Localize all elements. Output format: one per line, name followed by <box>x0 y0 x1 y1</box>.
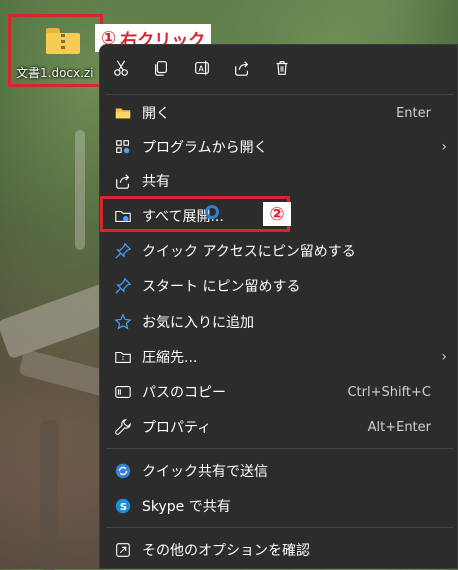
menu-item-open[interactable]: 開く Enter <box>100 96 458 130</box>
menu-item-shortcut: Enter <box>396 105 431 121</box>
menu-item-label: Skype で共有 <box>142 499 231 515</box>
menu-item-open-with[interactable]: プログラムから開く › <box>100 130 458 164</box>
menu-item-label: クイック共有で送信 <box>142 464 268 480</box>
busy-cursor-icon <box>205 205 219 219</box>
cut-icon[interactable] <box>108 55 134 81</box>
menu-item-properties[interactable]: プロパティ Alt+Enter <box>100 410 458 444</box>
quick-share-icon <box>115 463 131 479</box>
step2-highlight <box>100 196 290 232</box>
menu-item-label: プログラムから開く <box>142 140 268 156</box>
step1-highlight <box>8 14 103 87</box>
menu-item-label: スタート にピン留めする <box>142 279 301 295</box>
copy-path-icon <box>115 386 131 398</box>
menu-item-pin-quick-access[interactable]: クイック アクセスにピン留めする <box>100 234 458 268</box>
background-trunk <box>18 348 112 398</box>
skype-icon: S <box>115 498 131 514</box>
menu-item-pin-start[interactable]: スタート にピン留めする <box>100 269 458 303</box>
menu-item-shortcut: Ctrl+Shift+C <box>347 384 431 400</box>
menu-item-label: プロパティ <box>142 420 212 436</box>
background-trunk <box>40 420 58 570</box>
menu-item-label: その他のオプションを確認 <box>142 543 310 559</box>
menu-item-share[interactable]: 共有 <box>100 164 458 198</box>
menu-item-label: 開く <box>142 106 170 122</box>
share-icon <box>116 174 130 189</box>
step2-callout: ② <box>263 202 291 226</box>
share-icon[interactable] <box>229 55 255 81</box>
delete-icon[interactable] <box>269 55 295 81</box>
menu-item-label: パスのコピー <box>142 385 226 401</box>
context-menu: A 開く Enter プログラムから開く › 共有 すべて展開... クイック … <box>99 44 458 569</box>
menu-item-copy-path[interactable]: パスのコピー Ctrl+Shift+C <box>100 375 458 409</box>
menu-item-label: 共有 <box>142 174 170 190</box>
context-toolbar: A <box>100 55 457 83</box>
menu-item-label: クイック アクセスにピン留めする <box>142 244 356 260</box>
submenu-chevron-icon: › <box>441 139 447 155</box>
svg-text:A: A <box>198 64 204 74</box>
submenu-chevron-icon: › <box>441 349 447 365</box>
menu-item-label: 圧縮先... <box>142 350 198 366</box>
menu-item-shortcut: Alt+Enter <box>367 419 431 435</box>
menu-item-more-options[interactable]: その他のオプションを確認 <box>100 533 458 567</box>
menu-separator <box>106 448 453 449</box>
menu-item-skype-share[interactable]: S Skype で共有 <box>100 489 458 523</box>
star-icon <box>114 313 132 330</box>
pin-icon <box>115 277 132 294</box>
rename-icon[interactable]: A <box>189 55 215 81</box>
pin-icon <box>115 242 132 259</box>
compress-icon <box>115 351 131 363</box>
folder-open-icon <box>115 108 131 119</box>
menu-separator <box>106 527 453 528</box>
more-options-icon <box>116 543 130 557</box>
menu-item-quick-share[interactable]: クイック共有で送信 <box>100 454 458 488</box>
menu-item-add-favorites[interactable]: お気に入りに追加 <box>100 305 458 339</box>
background-trunk <box>75 130 85 250</box>
svg-text:S: S <box>120 502 127 513</box>
menu-item-label: お気に入りに追加 <box>142 315 254 331</box>
wrench-icon <box>115 419 131 435</box>
menu-separator <box>106 94 453 95</box>
menu-item-compress-to[interactable]: 圧縮先... › <box>100 340 458 374</box>
open-with-icon <box>116 140 130 154</box>
copy-icon[interactable] <box>148 55 174 81</box>
